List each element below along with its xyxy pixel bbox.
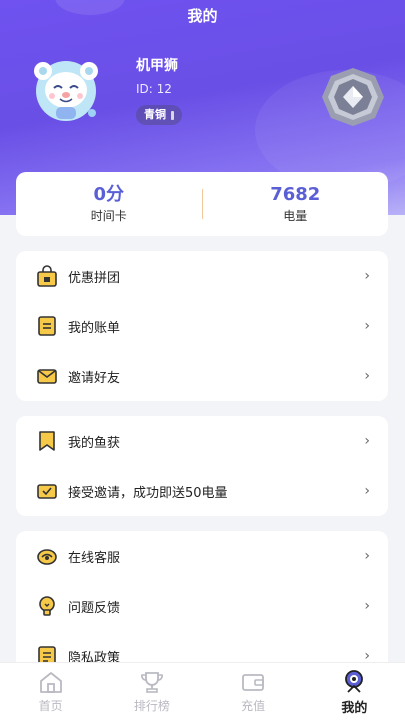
stat-label: 时间卡 [90,209,127,223]
shopping-bag-icon [36,265,58,287]
menu-group-1: 优惠拼团 › 我的账单 › 邀请好友 › [16,251,388,401]
menu-item-my-bill[interactable]: 我的账单 › [16,301,388,351]
chevron-right-icon: › [364,483,370,499]
home-icon [39,672,62,693]
bookmark-icon [36,430,58,452]
level-indicator-icon [171,110,174,120]
tab-label: 充值 [241,699,266,713]
menu-item-feedback[interactable]: 问题反馈 › [16,581,388,631]
stat-value: 7682 [270,184,321,205]
menu-group-3: 在线客服 › 问题反馈 › 隐私政策 › [16,531,388,671]
chevron-right-icon: › [364,598,370,614]
stat-power[interactable]: 7682 电量 [203,183,389,225]
stat-label: 电量 [283,209,308,223]
profile-icon [345,670,364,693]
stat-time-card[interactable]: 0分 时间卡 [16,183,202,225]
tab-label: 首页 [38,699,63,713]
tab-profile[interactable]: 我的 [304,663,405,720]
user-name: 机甲狮 [136,58,178,74]
user-id: ID: 12 [136,82,172,96]
menu-item-label: 我的鱼获 [68,435,121,451]
menu-item-label: 接受邀请，成功即送50电量 [68,485,228,501]
bill-icon [36,315,58,337]
tab-leaderboard[interactable]: 排行榜 [101,663,202,720]
bottom-tab-bar: 首页 排行榜 充值 我的 [0,662,405,720]
menu-item-accept-invite[interactable]: 接受邀请，成功即送50电量 › [16,466,388,516]
stat-value: 0分 [93,184,125,205]
chevron-right-icon: › [364,318,370,334]
chevron-right-icon: › [364,268,370,284]
menu-item-invite-friends[interactable]: 邀请好友 › [16,351,388,401]
menu-item-label: 在线客服 [68,550,121,566]
chevron-right-icon: › [364,548,370,564]
tab-label: 我的 [341,701,368,716]
tab-recharge[interactable]: 充值 [203,663,304,720]
stats-card: 0分 时间卡 7682 电量 [16,172,388,236]
menu-item-group-buy[interactable]: 优惠拼团 › [16,251,388,301]
menu-item-label: 问题反馈 [68,600,121,616]
menu-item-customer-service[interactable]: 在线客服 › [16,531,388,581]
bulb-icon [36,595,58,617]
level-label: 青铜 [144,108,166,121]
menu-item-label: 邀请好友 [68,370,121,386]
trophy-icon [140,672,163,693]
tab-home[interactable]: 首页 [0,663,101,720]
envelope-icon [36,365,58,387]
bronze-medal-icon[interactable] [320,66,386,128]
check-mail-icon [36,480,58,502]
chevron-right-icon: › [364,368,370,384]
tab-label: 排行榜 [133,699,170,713]
menu-item-label: 优惠拼团 [68,270,121,286]
lion-avatar[interactable] [30,57,102,123]
menu-item-label: 我的账单 [68,320,121,336]
page-title: 我的 [187,7,218,25]
chevron-right-icon: › [364,433,370,449]
level-badge[interactable]: 青铜 [136,105,182,125]
headset-icon [36,545,58,567]
menu-group-2: 我的鱼获 › 接受邀请，成功即送50电量 › [16,416,388,516]
wallet-icon [242,674,265,691]
menu-item-my-catch[interactable]: 我的鱼获 › [16,416,388,466]
